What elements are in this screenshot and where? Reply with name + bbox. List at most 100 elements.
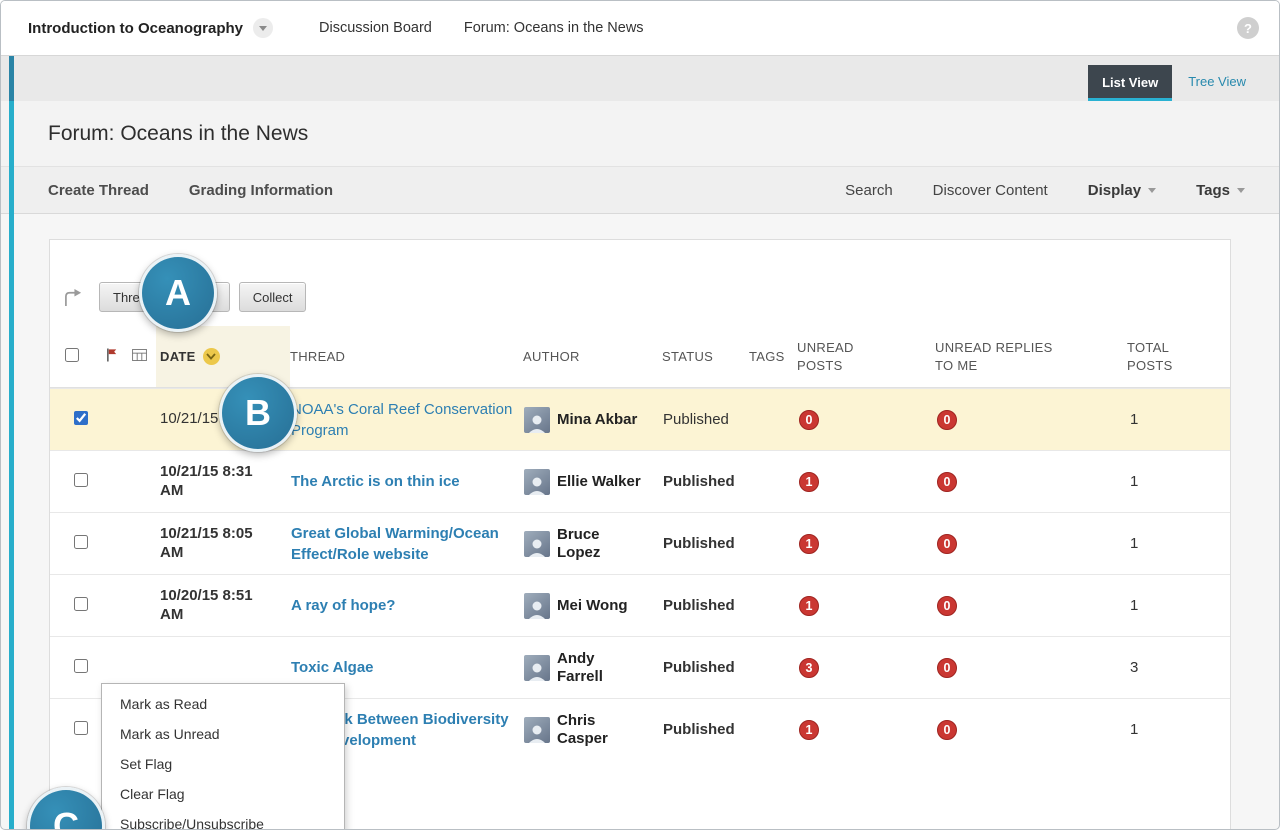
total-posts-count: 1 (1127, 597, 1230, 614)
status-column-header[interactable]: STATUS (662, 348, 749, 366)
action-bar-left: Create Thread Grading Information (48, 182, 333, 199)
thread-link[interactable]: Great Global Warming/Ocean Effect/Role w… (291, 525, 499, 563)
top-bar: Introduction to Oceanography Discussion … (1, 1, 1279, 56)
action-bar-right: Search Discover Content Display Tags (845, 182, 1245, 199)
thread-row: 10/20/15 8:51 AM A ray of hope? Mei Wong… (50, 574, 1230, 636)
thread-link[interactable]: Toxic Algae (291, 659, 374, 676)
display-menu-button[interactable]: Display (1088, 182, 1156, 199)
unread-posts-badge[interactable]: 1 (799, 596, 819, 616)
author-name: Andy Farrell (557, 650, 643, 686)
action-bar: Create Thread Grading Information Search… (1, 166, 1279, 214)
total-posts-column-header: TOTAL POSTS (1127, 339, 1187, 374)
unread-posts-badge[interactable]: 3 (799, 658, 819, 678)
grid-column-header[interactable] (132, 349, 156, 364)
chevron-down-icon (259, 26, 267, 31)
thread-date: 10/20/15 8:51 AM (156, 587, 276, 625)
annotation-callout-a: A (139, 254, 217, 332)
help-icon[interactable]: ? (1237, 17, 1259, 39)
menu-item-mark-as-read[interactable]: Mark as Read (102, 689, 344, 719)
thread-status: Published (662, 473, 749, 490)
thread-column-header[interactable]: THREAD (290, 348, 523, 366)
tree-view-tab[interactable]: Tree View (1172, 74, 1264, 101)
avatar (524, 655, 550, 681)
total-posts-count: 1 (1127, 721, 1230, 738)
grid-icon (132, 349, 147, 361)
row-checkbox[interactable] (74, 659, 88, 673)
row-checkbox[interactable] (74, 535, 88, 549)
unread-replies-badge[interactable]: 0 (937, 720, 957, 740)
menu-item-mark-as-unread[interactable]: Mark as Unread (102, 719, 344, 749)
search-button[interactable]: Search (845, 182, 893, 199)
unread-posts-badge[interactable]: 1 (799, 534, 819, 554)
thread-status: Published (662, 411, 749, 428)
course-menu-chevron-icon[interactable] (253, 18, 273, 38)
collect-button[interactable]: Collect (239, 282, 307, 312)
page-title-area: Forum: Oceans in the News (1, 101, 1279, 166)
content-area: List View Tree View Forum: Oceans in the… (1, 56, 1279, 830)
sort-descending-icon (203, 348, 220, 365)
flag-icon (106, 347, 119, 363)
unread-replies-badge[interactable]: 0 (937, 410, 957, 430)
thread-row: 10/21/15 8:31 AM The Arctic is on thin i… (50, 450, 1230, 512)
row-checkbox[interactable] (74, 721, 88, 735)
thread-row: 10/21/15 8:05 AM Great Global Warming/Oc… (50, 512, 1230, 574)
branch-arrow-icon (62, 288, 85, 307)
thread-date: 10/21/15 8:31 AM (156, 463, 276, 501)
unread-posts-badge[interactable]: 1 (799, 472, 819, 492)
author-name: Mina Akbar (557, 411, 637, 429)
flag-column-header[interactable] (106, 347, 132, 366)
row-checkbox[interactable] (74, 597, 88, 611)
unread-posts-badge[interactable]: 0 (799, 410, 819, 430)
total-posts-count: 1 (1127, 411, 1230, 428)
tags-menu-button[interactable]: Tags (1196, 182, 1245, 199)
course-title[interactable]: Introduction to Oceanography (28, 20, 243, 37)
avatar (524, 531, 550, 557)
chevron-down-icon (1148, 188, 1156, 193)
avatar (524, 593, 550, 619)
thread-link[interactable]: A ray of hope? (291, 597, 395, 614)
author-column-header[interactable]: AUTHOR (523, 348, 662, 366)
breadcrumb: Discussion Board Forum: Oceans in the Ne… (319, 20, 644, 36)
total-posts-count: 1 (1127, 535, 1230, 552)
thread-actions-menu: Mark as Read Mark as Unread Set Flag Cle… (101, 683, 345, 830)
create-thread-button[interactable]: Create Thread (48, 182, 149, 199)
thread-link[interactable]: The Arctic is on thin ice (291, 473, 460, 490)
grading-information-button[interactable]: Grading Information (189, 182, 333, 199)
row-checkbox[interactable] (74, 411, 88, 425)
unread-replies-badge[interactable]: 0 (937, 658, 957, 678)
select-all-checkbox[interactable] (65, 348, 79, 362)
screen: Introduction to Oceanography Discussion … (0, 0, 1280, 830)
date-header-label: DATE (160, 348, 196, 366)
table-header-row: DATE THREAD AUTHOR STATUS TAGS UNREAD PO… (50, 326, 1230, 388)
page-title: Forum: Oceans in the News (48, 122, 308, 146)
unread-replies-badge[interactable]: 0 (937, 472, 957, 492)
view-toggle-band: List View Tree View (1, 56, 1279, 101)
top-toolbar: Thread Actions Collect (50, 240, 1230, 326)
author-name: Bruce Lopez (557, 526, 643, 562)
menu-item-set-flag[interactable]: Set Flag (102, 749, 344, 779)
discover-content-button[interactable]: Discover Content (933, 182, 1048, 199)
collect-label: Collect (253, 290, 293, 305)
unread-replies-badge[interactable]: 0 (937, 596, 957, 616)
author-name: Ellie Walker (557, 473, 641, 491)
avatar (524, 717, 550, 743)
list-view-tab[interactable]: List View (1088, 65, 1172, 101)
unread-posts-badge[interactable]: 1 (799, 720, 819, 740)
menu-item-clear-flag[interactable]: Clear Flag (102, 779, 344, 809)
breadcrumb-discussion-board[interactable]: Discussion Board (319, 20, 432, 36)
menu-item-subscribe-unsubscribe[interactable]: Subscribe/Unsubscribe (102, 809, 344, 830)
unread-replies-badge[interactable]: 0 (937, 534, 957, 554)
thread-status: Published (662, 535, 749, 552)
chevron-down-icon (1237, 188, 1245, 193)
display-menu-label: Display (1088, 182, 1141, 199)
thread-date: 10/21/15 8:05 AM (156, 525, 276, 563)
tags-menu-label: Tags (1196, 182, 1230, 199)
thread-link[interactable]: NOAA's Coral Reef Conservation Program (291, 401, 512, 439)
thread-status: Published (662, 597, 749, 614)
avatar (524, 469, 550, 495)
unread-posts-column-header: UNREAD POSTS (797, 339, 877, 374)
author-name: Chris Casper (557, 712, 643, 748)
row-checkbox[interactable] (74, 473, 88, 487)
unread-replies-column-header: UNREAD REPLIES TO ME (935, 339, 1070, 374)
thread-status: Published (662, 659, 749, 676)
